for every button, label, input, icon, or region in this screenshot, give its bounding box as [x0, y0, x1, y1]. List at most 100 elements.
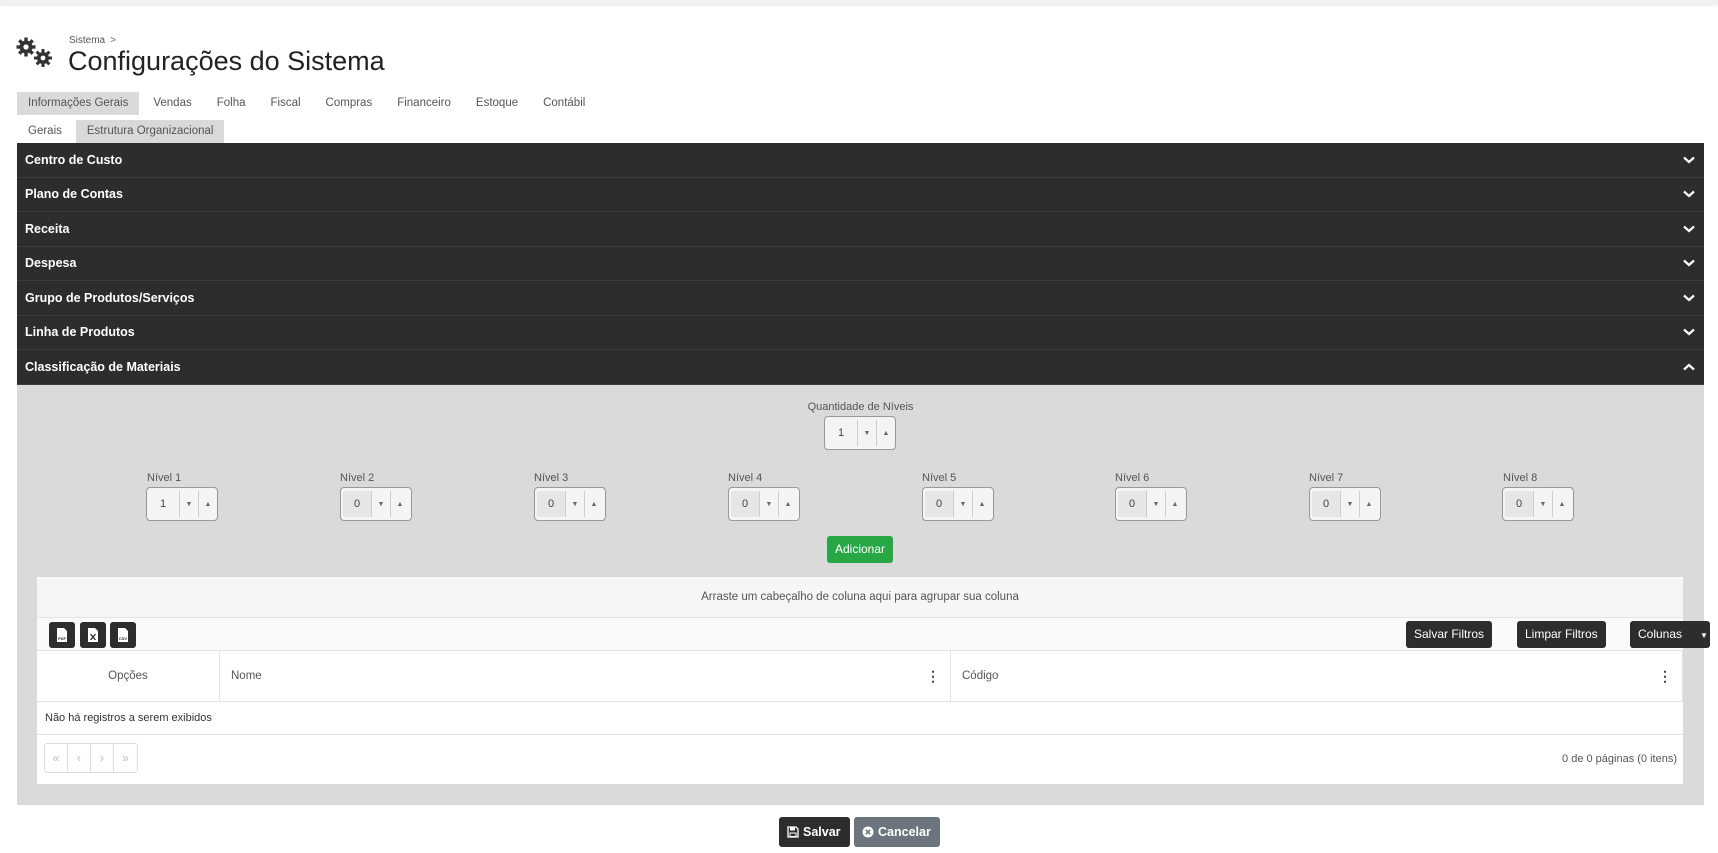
- tab-contabil[interactable]: Contábil: [532, 92, 596, 115]
- level-1-value[interactable]: 1: [147, 498, 179, 510]
- accordion-plano-de-contas[interactable]: Plano de Contas: [17, 177, 1704, 212]
- level-1-stepper[interactable]: 1 ▼ ▲: [146, 487, 218, 521]
- level-6-stepper[interactable]: 0 ▼ ▲: [1115, 487, 1187, 521]
- increment-icon[interactable]: ▲: [390, 491, 409, 517]
- quantity-levels-stepper[interactable]: 1 ▼ ▲: [824, 416, 896, 450]
- level-8-stepper[interactable]: 0 ▼ ▲: [1502, 487, 1574, 521]
- level-7-stepper[interactable]: 0 ▼ ▲: [1309, 487, 1381, 521]
- decrement-icon[interactable]: ▼: [179, 491, 198, 517]
- increment-icon[interactable]: ▲: [584, 491, 603, 517]
- first-page-button[interactable]: «: [45, 744, 68, 772]
- chevron-up-icon: [1674, 360, 1704, 374]
- tab-vendas[interactable]: Vendas: [142, 92, 202, 115]
- level-6-value[interactable]: 0: [1118, 491, 1146, 517]
- breadcrumb-separator: >: [110, 35, 116, 46]
- decrement-icon[interactable]: ▼: [759, 491, 778, 517]
- level-7-value[interactable]: 0: [1312, 491, 1340, 517]
- csv-export-button[interactable]: CSV: [110, 622, 136, 648]
- increment-icon[interactable]: ▲: [1552, 491, 1571, 517]
- increment-icon[interactable]: ▲: [198, 491, 217, 517]
- caret-down-icon: ▼: [1700, 631, 1708, 640]
- grid-toolbar: PDF CSV Salvar Filtros Limpar Filtros Co…: [37, 618, 1710, 651]
- increment-icon[interactable]: ▲: [778, 491, 797, 517]
- clear-filters-button[interactable]: Limpar Filtros: [1517, 621, 1606, 648]
- save-label: Salvar: [803, 825, 841, 839]
- chevron-down-icon: [1674, 291, 1704, 305]
- svg-text:CSV: CSV: [119, 636, 128, 641]
- decrement-icon[interactable]: ▼: [565, 491, 584, 517]
- quantity-levels-value[interactable]: 1: [825, 427, 857, 439]
- level-2-stepper[interactable]: 0 ▼ ▲: [340, 487, 412, 521]
- column-menu-icon[interactable]: ⋮: [1658, 651, 1672, 702]
- accordion: Centro de Custo Plano de Contas Receita …: [17, 143, 1704, 385]
- accordion-despesa[interactable]: Despesa: [17, 246, 1704, 281]
- quantity-levels-label: Quantidade de Níveis: [807, 401, 914, 413]
- tab-financeiro[interactable]: Financeiro: [386, 92, 462, 115]
- chevron-down-icon: [1674, 187, 1704, 201]
- tab-estoque[interactable]: Estoque: [465, 92, 529, 115]
- cancel-button[interactable]: Cancelar: [854, 817, 940, 847]
- page-title: Configurações do Sistema: [68, 46, 385, 76]
- increment-icon[interactable]: ▲: [1359, 491, 1378, 517]
- decrement-icon[interactable]: ▼: [1340, 491, 1359, 517]
- tab-folha[interactable]: Folha: [206, 92, 257, 115]
- column-header-codigo[interactable]: Código ⋮: [951, 651, 1683, 702]
- accordion-label: Plano de Contas: [25, 187, 123, 202]
- add-button[interactable]: Adicionar: [827, 536, 893, 563]
- pdf-export-button[interactable]: PDF: [49, 622, 75, 648]
- accordion-receita[interactable]: Receita: [17, 212, 1704, 247]
- level-2-value[interactable]: 0: [343, 491, 371, 517]
- column-header-opcoes[interactable]: Opções: [37, 651, 220, 702]
- save-button[interactable]: Salvar: [779, 817, 850, 847]
- tab-compras[interactable]: Compras: [315, 92, 384, 115]
- accordion-classificacao-de-materiais[interactable]: Classificação de Materiais: [17, 350, 1704, 385]
- column-header-nome[interactable]: Nome ⋮: [220, 651, 951, 702]
- accordion-linha-de-produtos[interactable]: Linha de Produtos: [17, 315, 1704, 350]
- level-7-label: Nível 7: [1309, 472, 1344, 484]
- next-page-button[interactable]: ›: [91, 744, 114, 772]
- csv-export-icon: CSV: [118, 628, 128, 642]
- decrement-icon[interactable]: ▼: [371, 491, 390, 517]
- columns-dropdown-button[interactable]: Colunas ▼: [1630, 621, 1710, 648]
- column-menu-icon[interactable]: ⋮: [926, 651, 940, 702]
- level-8-value[interactable]: 0: [1505, 491, 1533, 517]
- decrement-icon[interactable]: ▼: [953, 491, 972, 517]
- previous-page-button[interactable]: ‹: [68, 744, 91, 772]
- level-5-label: Nível 5: [922, 472, 957, 484]
- group-panel[interactable]: Arraste um cabeçalho de coluna aqui para…: [37, 577, 1683, 618]
- level-4-stepper[interactable]: 0 ▼ ▲: [728, 487, 800, 521]
- subtab-gerais[interactable]: Gerais: [17, 120, 73, 143]
- level-4-value[interactable]: 0: [731, 491, 759, 517]
- accordion-grupo-de-produtos-servicos[interactable]: Grupo de Produtos/Serviços: [17, 281, 1704, 316]
- accordion-label: Grupo de Produtos/Serviços: [25, 290, 195, 305]
- last-page-button[interactable]: »: [114, 744, 137, 772]
- main-tabs: Informações Gerais Vendas Folha Fiscal C…: [17, 92, 599, 115]
- accordion-centro-de-custo[interactable]: Centro de Custo: [17, 143, 1704, 178]
- subtab-estrutura-organizacional[interactable]: Estrutura Organizacional: [75, 120, 225, 143]
- increment-icon[interactable]: ▲: [1165, 491, 1184, 517]
- tab-informacoes-gerais[interactable]: Informações Gerais: [17, 92, 140, 115]
- cancel-circle-icon: [862, 826, 874, 838]
- level-3-stepper[interactable]: 0 ▼ ▲: [534, 487, 606, 521]
- accordion-label: Linha de Produtos: [25, 325, 135, 340]
- increment-icon[interactable]: ▲: [972, 491, 991, 517]
- increment-icon[interactable]: ▲: [876, 420, 895, 446]
- accordion-label: Receita: [25, 221, 70, 236]
- decrement-icon[interactable]: ▼: [857, 420, 876, 446]
- decrement-icon[interactable]: ▼: [1146, 491, 1165, 517]
- level-5-stepper[interactable]: 0 ▼ ▲: [922, 487, 994, 521]
- accordion-label: Classificação de Materiais: [25, 359, 181, 374]
- data-grid: Arraste um cabeçalho de coluna aqui para…: [37, 577, 1710, 784]
- level-3-value[interactable]: 0: [537, 491, 565, 517]
- tab-fiscal[interactable]: Fiscal: [260, 92, 312, 115]
- level-8-label: Nível 8: [1503, 472, 1538, 484]
- decrement-icon[interactable]: ▼: [1533, 491, 1552, 517]
- excel-export-icon: [88, 628, 98, 642]
- level-5-value[interactable]: 0: [925, 491, 953, 517]
- save-filters-button[interactable]: Salvar Filtros: [1406, 621, 1493, 648]
- breadcrumb: Sistema >: [69, 35, 116, 46]
- excel-export-button[interactable]: [80, 622, 106, 648]
- breadcrumb-sistema[interactable]: Sistema: [69, 35, 105, 46]
- chevron-down-icon: [1674, 325, 1704, 339]
- grid-header: Opções Nome ⋮ Código ⋮: [37, 651, 1683, 702]
